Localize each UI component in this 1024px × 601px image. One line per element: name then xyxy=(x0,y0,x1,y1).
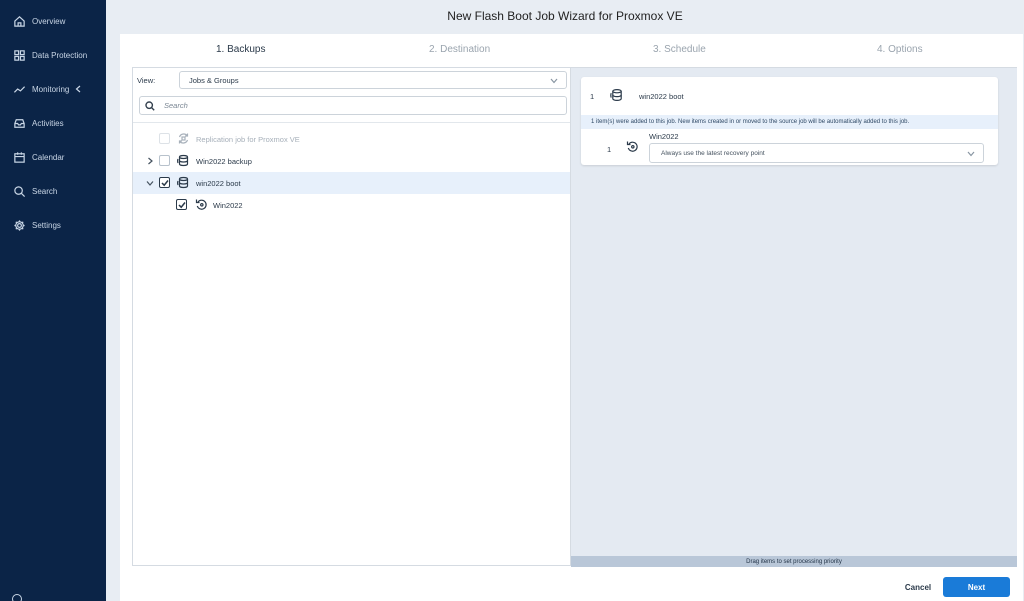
divider xyxy=(133,122,570,123)
search-icon xyxy=(12,184,26,198)
sidebar-item-label: Monitoring xyxy=(32,84,70,94)
chevron-right-icon[interactable] xyxy=(146,157,154,165)
wizard-title: New Flash Boot Job Wizard for Proxmox VE xyxy=(447,9,683,23)
search-input[interactable] xyxy=(164,101,544,110)
sidebar-item-label: Search xyxy=(32,186,58,196)
inbox-icon xyxy=(12,116,26,130)
recovery-point-icon xyxy=(626,140,639,153)
item-name: Win2022 xyxy=(649,132,679,141)
selected-items-pane: 1 win2022 boot 1 item(s) were added to t… xyxy=(571,67,1017,567)
backup-job-icon xyxy=(177,176,190,189)
main-area: New Flash Boot Job Wizard for Proxmox VE… xyxy=(106,0,1024,601)
tree-checkbox[interactable] xyxy=(159,177,170,188)
sidebar: Overview Data Protection Monitoring Acti… xyxy=(0,0,106,601)
job-card[interactable]: 1 win2022 boot 1 item(s) were added to t… xyxy=(581,77,998,165)
item-index: 1 xyxy=(607,145,612,154)
cancel-button[interactable]: Cancel xyxy=(896,579,940,595)
step-schedule[interactable]: 3. Schedule xyxy=(653,44,706,55)
chevron-left-icon[interactable] xyxy=(75,85,81,93)
info-banner: 1 item(s) were added to this job. New it… xyxy=(581,115,998,129)
sidebar-item-data-protection[interactable]: Data Protection xyxy=(0,43,106,67)
tree-label: win2022 boot xyxy=(196,179,241,188)
chevron-down-icon xyxy=(967,151,975,157)
wizard-panel: 1. Backups 2. Destination 3. Schedule 4.… xyxy=(120,34,1023,601)
recovery-point-select[interactable]: Always use the latest recovery point xyxy=(649,143,984,163)
tree-label: Replication job for Proxmox VE xyxy=(196,135,300,144)
recovery-point-value: Always use the latest recovery point xyxy=(661,149,765,157)
drag-hint: Drag items to set processing priority xyxy=(571,556,1017,567)
search-icon xyxy=(145,100,155,111)
tree-row-win2022-backup[interactable]: Win2022 backup xyxy=(133,150,570,172)
view-select-value: Jobs & Groups xyxy=(189,75,239,85)
sidebar-item-settings[interactable]: Settings xyxy=(0,213,106,237)
calendar-icon xyxy=(12,150,26,164)
trend-icon xyxy=(12,82,26,96)
user-icon[interactable] xyxy=(12,594,22,601)
step-backups[interactable]: 1. Backups xyxy=(216,44,265,55)
home-icon xyxy=(12,14,26,28)
tree-row-win2022-boot[interactable]: win2022 boot xyxy=(133,172,570,194)
next-button[interactable]: Next xyxy=(943,577,1010,597)
step-options[interactable]: 4. Options xyxy=(877,44,923,55)
replication-icon xyxy=(177,132,190,145)
job-title: win2022 boot xyxy=(639,92,684,101)
tree-checkbox[interactable] xyxy=(159,155,170,166)
tree-row-replication-job[interactable]: Replication job for Proxmox VE xyxy=(133,128,570,150)
tree-row-win2022-vm[interactable]: Win2022 xyxy=(133,194,570,216)
sidebar-item-label: Data Protection xyxy=(32,50,88,60)
sidebar-item-label: Overview xyxy=(32,16,66,26)
tree-label: Win2022 backup xyxy=(196,157,252,166)
job-index: 1 xyxy=(590,92,595,101)
step-destination[interactable]: 2. Destination xyxy=(429,44,490,55)
sidebar-item-overview[interactable]: Overview xyxy=(0,9,106,33)
chevron-down-icon[interactable] xyxy=(146,179,154,187)
source-pane: View: Jobs & Groups Replication job for … xyxy=(132,67,571,566)
chevron-down-icon xyxy=(550,77,558,84)
sidebar-item-monitoring[interactable]: Monitoring xyxy=(0,77,106,101)
sidebar-item-calendar[interactable]: Calendar xyxy=(0,145,106,169)
view-select[interactable]: Jobs & Groups xyxy=(179,71,567,89)
tree-checkbox[interactable] xyxy=(176,199,187,210)
sidebar-item-label: Activities xyxy=(32,118,64,128)
backup-job-icon xyxy=(610,88,624,102)
sidebar-item-label: Calendar xyxy=(32,152,65,162)
tree-label: Win2022 xyxy=(213,201,243,210)
sidebar-item-activities[interactable]: Activities xyxy=(0,111,106,135)
sidebar-item-label: Settings xyxy=(32,220,61,230)
grid-icon xyxy=(12,48,26,62)
sidebar-item-search[interactable]: Search xyxy=(0,179,106,203)
view-label: View: xyxy=(137,76,156,85)
tree-checkbox xyxy=(159,133,170,144)
backup-job-icon xyxy=(177,154,190,167)
search-box xyxy=(139,96,567,115)
gear-icon xyxy=(12,218,26,232)
recovery-point-icon xyxy=(195,198,208,211)
